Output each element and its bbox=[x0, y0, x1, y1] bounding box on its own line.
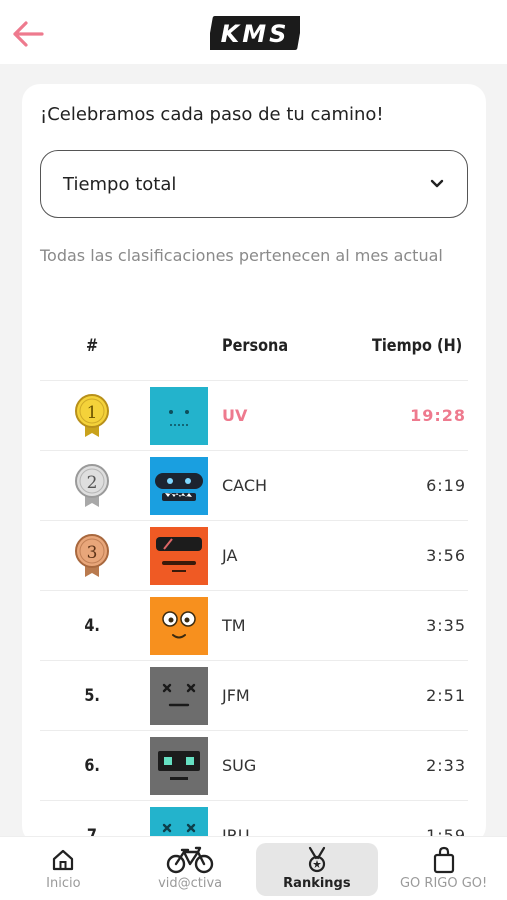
rank-number: 6. bbox=[84, 756, 100, 776]
rank-cell: 1 bbox=[70, 381, 114, 451]
ranking-list: 1 UV 19:28 2 CACH 6:19 3 JA 3:56 4. TM 3:35 5. bbox=[40, 380, 468, 844]
bicycle-icon bbox=[166, 846, 214, 874]
person-time: 2:51 bbox=[426, 686, 466, 705]
svg-text:3: 3 bbox=[87, 543, 98, 563]
column-header-rank: # bbox=[86, 336, 99, 356]
nav-item-vid-ctiva[interactable]: vid@ctiva bbox=[127, 837, 254, 900]
celebrate-heading: ¡Celebramos cada paso de tu camino! bbox=[40, 104, 384, 125]
avatar-grey-robot bbox=[150, 737, 208, 795]
rank-number: 5. bbox=[84, 686, 100, 706]
person-name: SUG bbox=[222, 756, 257, 775]
rank-cell: 3 bbox=[70, 521, 114, 591]
ranking-row: 5. JFM 2:51 bbox=[40, 660, 468, 730]
person-name: CACH bbox=[222, 476, 268, 495]
avatar bbox=[150, 737, 208, 795]
shopping-bag-icon bbox=[432, 846, 456, 874]
brand-logo: KMS bbox=[210, 16, 300, 50]
column-header-person: Persona bbox=[222, 336, 289, 356]
home-icon bbox=[50, 846, 76, 874]
person-name: UV bbox=[222, 406, 248, 425]
svg-text:2: 2 bbox=[87, 473, 98, 493]
nav-item-inicio[interactable]: Inicio bbox=[0, 837, 127, 900]
arrow-left-icon bbox=[13, 21, 44, 47]
ranking-row: 6. SUG 2:33 bbox=[40, 730, 468, 800]
back-button[interactable] bbox=[10, 16, 46, 52]
avatar-cyan-dots bbox=[150, 387, 208, 445]
silver-medal-icon: 2 bbox=[75, 464, 109, 507]
ranking-type-select[interactable]: Tiempo total bbox=[40, 150, 468, 218]
select-value: Tiempo total bbox=[63, 173, 177, 195]
bottom-navigation: Inicio vid@ctiva Rankings GO RIGO GO! bbox=[0, 836, 507, 900]
nav-label: Rankings bbox=[283, 876, 351, 891]
person-name: JA bbox=[222, 546, 238, 565]
avatar-blue-robot bbox=[150, 457, 208, 515]
person-time: 3:56 bbox=[426, 546, 466, 565]
rank-cell: 5. bbox=[70, 661, 114, 731]
avatar-orange-eyes bbox=[150, 597, 208, 655]
person-name: TM bbox=[222, 616, 246, 635]
medal-icon bbox=[304, 846, 330, 874]
rank-number: 4. bbox=[84, 616, 100, 636]
ranking-row: 3 JA 3:56 bbox=[40, 520, 468, 590]
column-header-time: Tiempo (H) bbox=[372, 336, 463, 356]
nav-item-rankings[interactable]: Rankings bbox=[254, 837, 381, 900]
nav-label: GO RIGO GO! bbox=[399, 876, 488, 891]
avatar bbox=[150, 527, 208, 585]
ranking-card: ¡Celebramos cada paso de tu camino! Tiem… bbox=[22, 84, 486, 844]
avatar bbox=[150, 667, 208, 725]
person-time: 19:28 bbox=[410, 406, 466, 425]
gold-medal-icon: 1 bbox=[75, 394, 109, 437]
nav-item-go-rigo-go[interactable]: GO RIGO GO! bbox=[380, 837, 507, 900]
rank-cell: 4. bbox=[70, 591, 114, 661]
avatar bbox=[150, 457, 208, 515]
person-time: 2:33 bbox=[426, 756, 466, 775]
chevron-down-icon bbox=[430, 179, 444, 188]
period-note: Todas las clasificaciones pertenecen al … bbox=[40, 246, 443, 265]
logo-text: KMS bbox=[221, 20, 290, 48]
nav-label: vid@ctiva bbox=[158, 876, 223, 891]
ranking-row: 2 CACH 6:19 bbox=[40, 450, 468, 520]
person-name: JFM bbox=[222, 686, 250, 705]
avatar-grey-x bbox=[150, 667, 208, 725]
svg-text:1: 1 bbox=[87, 403, 98, 423]
bronze-medal-icon: 3 bbox=[75, 534, 109, 577]
rank-cell: 2 bbox=[70, 451, 114, 521]
avatar-red-visor bbox=[150, 527, 208, 585]
person-time: 3:35 bbox=[426, 616, 466, 635]
rank-cell: 6. bbox=[70, 731, 114, 801]
app-header: KMS bbox=[0, 0, 507, 64]
ranking-row: 1 UV 19:28 bbox=[40, 380, 468, 450]
person-time: 6:19 bbox=[426, 476, 466, 495]
nav-label: Inicio bbox=[46, 876, 81, 891]
avatar bbox=[150, 597, 208, 655]
avatar bbox=[150, 387, 208, 445]
ranking-row: 4. TM 3:35 bbox=[40, 590, 468, 660]
